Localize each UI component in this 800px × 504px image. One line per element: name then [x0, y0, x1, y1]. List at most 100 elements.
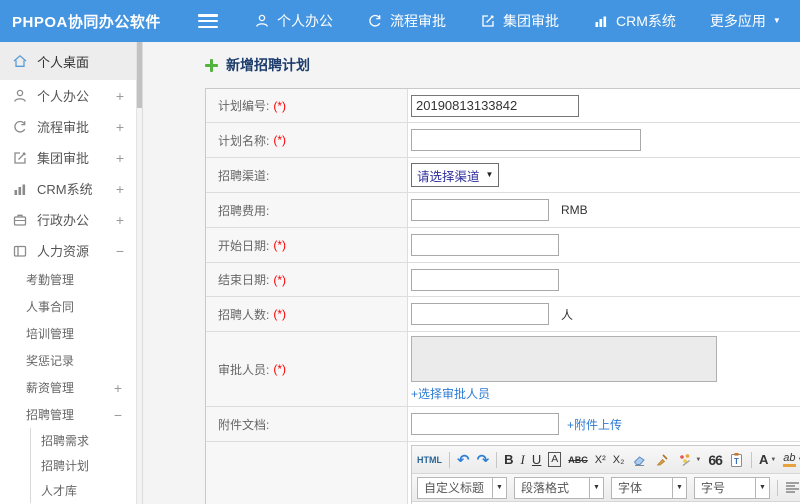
id-card-icon	[12, 243, 28, 259]
attachment-upload-link[interactable]: +附件上传	[567, 416, 622, 433]
blockquote-button[interactable]: 66	[708, 452, 723, 468]
color-palette-icon[interactable]: ▼	[677, 452, 701, 468]
superscript-button[interactable]: X²	[595, 454, 606, 466]
sidebar-subitem-rewards[interactable]: 奖惩记录	[0, 347, 136, 374]
format-brush-icon[interactable]	[654, 452, 670, 468]
sidebar-item-desktop[interactable]: 个人桌面	[0, 42, 136, 80]
undo-icon[interactable]: ↶	[457, 451, 470, 469]
topnav-personal-office[interactable]: 个人办公	[254, 11, 333, 31]
sidebar-scrollbar[interactable]	[136, 42, 143, 504]
required-star: (*)	[273, 133, 287, 147]
italic-button[interactable]: I	[521, 452, 525, 468]
unit-label: RMB	[561, 203, 588, 217]
field-label: 结束日期: (*)	[206, 263, 408, 296]
highlight-glyph: ab	[783, 452, 796, 467]
topnav-group-approval[interactable]: 集团审批	[480, 11, 559, 31]
bar-chart-icon	[593, 13, 609, 29]
sidebar-item-admin-office[interactable]: 行政办公 +	[0, 204, 136, 235]
sidebar-item-label: 行政办公	[37, 213, 90, 228]
start-date-input[interactable]	[411, 234, 559, 256]
expand-plus-icon[interactable]: +	[116, 150, 124, 166]
label-text: 附件文档:	[218, 417, 270, 432]
html-source-button[interactable]: HTML	[417, 455, 442, 465]
sidebar-subitem-hr-contract[interactable]: 人事合同	[0, 293, 136, 320]
caret-down-icon: ▼	[485, 170, 494, 179]
field-label: 招聘渠道:	[206, 158, 408, 192]
sidebar-subsubitem-recruit-demand[interactable]: 招聘需求	[31, 428, 136, 453]
field-label: 审批人员: (*)	[206, 332, 408, 406]
attachment-input[interactable]	[411, 413, 559, 435]
sidebar-subitem-training[interactable]: 培训管理	[0, 320, 136, 347]
user-icon	[254, 13, 270, 29]
field-label: 计划编号: (*)	[206, 89, 408, 122]
form-row-editor: HTML ↶ ↷ B I U A ABC X² X₂ ▼ 66 T A ▼ ab…	[206, 442, 800, 504]
end-date-input[interactable]	[411, 268, 559, 291]
sidebar-scrollbar-thumb[interactable]	[137, 42, 142, 108]
edit-icon	[12, 150, 28, 166]
sidebar: 个人桌面 个人办公 + 流程审批 + 集团审批 + CRM系统 + 行政办公 +	[0, 42, 136, 504]
strikethrough-button[interactable]: ABC	[568, 455, 588, 465]
expand-plus-icon[interactable]: +	[116, 181, 124, 197]
collapse-minus-icon[interactable]: −	[116, 243, 124, 259]
label-text: 开始日期:	[218, 238, 270, 253]
app-logo: PHPOA协同办公软件	[12, 13, 161, 31]
font-family-dropdown[interactable]: 字体 ▼	[611, 476, 687, 499]
field-label-empty	[206, 442, 408, 504]
form-row-start-date: 开始日期: (*)	[206, 228, 800, 263]
label-text: 审批人员:	[218, 362, 270, 377]
expand-plus-icon[interactable]: +	[116, 88, 124, 104]
plan-name-input[interactable]	[411, 129, 641, 151]
custom-heading-dropdown[interactable]: 自定义标题 ▼	[417, 476, 507, 499]
align-left-icon[interactable]	[785, 481, 800, 494]
eraser-icon[interactable]	[631, 452, 647, 468]
bold-button[interactable]: B	[504, 452, 513, 467]
sidebar-item-group-approval[interactable]: 集团审批 +	[0, 142, 136, 173]
expand-plus-icon[interactable]: +	[116, 119, 124, 135]
menu-toggle-icon[interactable]	[198, 14, 218, 28]
caret-down-icon: ▼	[492, 477, 506, 498]
font-color-button[interactable]: A ▼	[759, 452, 776, 467]
sidebar-subitem-label: 培训管理	[26, 327, 75, 341]
recruit-plan-form: 计划编号: (*) 计划名称: (*) 招聘渠道: 请选择渠道	[205, 88, 800, 504]
expand-plus-icon[interactable]: +	[116, 212, 124, 228]
form-row-headcount: 招聘人数: (*) 人	[206, 297, 800, 332]
headcount-input[interactable]	[411, 303, 549, 325]
select-approvers-link[interactable]: +选择审批人员	[411, 385, 490, 402]
sidebar-item-personal-office[interactable]: 个人办公 +	[0, 80, 136, 111]
sidebar-subsubitem-talent-pool[interactable]: 人才库	[31, 478, 136, 503]
paste-text-icon[interactable]: T	[729, 452, 744, 468]
sidebar-item-workflow-approval[interactable]: 流程审批 +	[0, 111, 136, 142]
sidebar-subitem-recruit-mgmt[interactable]: 招聘管理 −	[0, 401, 136, 428]
field-label: 计划名称: (*)	[206, 123, 408, 157]
expand-plus-icon[interactable]: +	[114, 380, 122, 396]
redo-icon[interactable]: ↷	[477, 451, 490, 469]
topnav-workflow-approval[interactable]: 流程审批	[367, 11, 446, 31]
channel-select[interactable]: 请选择渠道 ▼	[411, 163, 500, 187]
sidebar-subitem-salary[interactable]: 薪资管理 +	[0, 374, 136, 401]
collapse-minus-icon[interactable]: −	[114, 407, 122, 423]
plan-number-input[interactable]	[411, 94, 579, 117]
topnav-label: 个人办公	[277, 13, 333, 29]
sidebar-subitem-attendance[interactable]: 考勤管理	[0, 266, 136, 293]
required-star: (*)	[273, 238, 287, 252]
label-text: 计划名称:	[218, 133, 270, 148]
topnav-label: 流程审批	[390, 13, 446, 29]
highlight-color-button[interactable]: ab ▼	[783, 452, 800, 467]
label-text: 招聘渠道:	[218, 168, 270, 183]
topnav-more-apps[interactable]: 更多应用 ▼	[710, 11, 781, 31]
svg-text:T: T	[734, 457, 739, 466]
sidebar-subsubitem-recruit-plan[interactable]: 招聘计划	[31, 453, 136, 478]
approvers-textarea[interactable]	[411, 336, 717, 382]
paragraph-format-dropdown[interactable]: 段落格式 ▼	[514, 476, 604, 499]
subscript-button[interactable]: X₂	[613, 454, 625, 466]
sidebar-item-crm[interactable]: CRM系统 +	[0, 173, 136, 204]
font-style-button[interactable]: A	[548, 452, 562, 467]
font-size-dropdown[interactable]: 字号 ▼	[694, 476, 770, 499]
field-label: 附件文档:	[206, 407, 408, 441]
sidebar-item-hr[interactable]: 人力资源 −	[0, 235, 136, 266]
underline-button[interactable]: U	[532, 452, 541, 467]
topnav-crm[interactable]: CRM系统	[593, 11, 676, 31]
cost-input[interactable]	[411, 199, 549, 221]
label-text: 结束日期:	[218, 273, 270, 287]
form-row-end-date: 结束日期: (*)	[206, 263, 800, 297]
